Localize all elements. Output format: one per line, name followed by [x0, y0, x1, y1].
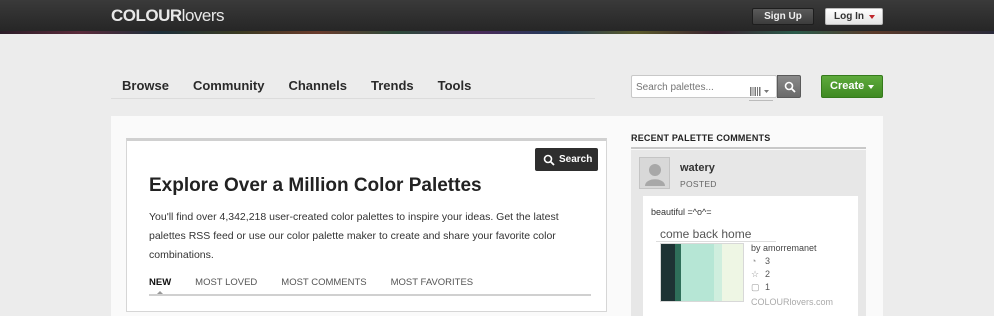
- search-input[interactable]: [636, 80, 746, 94]
- page-title: Explore Over a Million Color Palettes: [149, 175, 482, 196]
- tab-underline: [149, 294, 591, 296]
- comment-status: POSTED: [680, 179, 717, 189]
- sidebar-divider: [631, 147, 866, 149]
- hero-description: You'll find over 4,342,218 user-created …: [149, 211, 559, 261]
- comments-count: 1: [765, 282, 771, 292]
- logo[interactable]: COLOURlovers: [111, 6, 225, 26]
- nav-item-channels[interactable]: Channels: [288, 78, 347, 93]
- views-count: 3: [765, 256, 771, 266]
- main-nav: Browse Community Channels Trends Tools: [122, 78, 495, 93]
- palette-title[interactable]: come back home: [660, 227, 751, 241]
- search-icon: [784, 81, 796, 93]
- palette-swatch[interactable]: [660, 243, 744, 302]
- logo-light: lovers: [181, 6, 225, 25]
- active-tab-marker: [157, 291, 163, 294]
- swatch-color: [713, 244, 722, 301]
- create-button[interactable]: Create: [821, 75, 883, 98]
- tab-new[interactable]: NEW: [149, 277, 171, 288]
- hero-search-button[interactable]: Search: [535, 148, 598, 171]
- search-icon: [543, 154, 555, 166]
- search-underline: [749, 100, 773, 101]
- comment-username[interactable]: watery: [680, 162, 715, 174]
- nav-item-tools[interactable]: Tools: [438, 78, 472, 93]
- loves-count: 2: [765, 269, 771, 279]
- palette-footer: COLOURlovers.com: [751, 297, 834, 307]
- nav-divider: [111, 98, 595, 99]
- sidebar-title: RECENT PALETTE COMMENTS: [631, 133, 771, 143]
- caret-down-icon: [869, 15, 875, 19]
- tab-most-comments[interactable]: MOST COMMENTS: [281, 277, 366, 288]
- hero-search-label: Search: [559, 154, 593, 165]
- tab-most-loved[interactable]: MOST LOVED: [195, 277, 257, 288]
- log-in-label: Log In: [834, 11, 864, 22]
- loves-stat: ☆ 2: [751, 269, 770, 280]
- palette-title-divider: [656, 241, 776, 242]
- log-in-button[interactable]: Log In: [825, 8, 883, 25]
- nav-item-browse[interactable]: Browse: [122, 78, 169, 93]
- views-stat: ◔ 3: [751, 256, 770, 266]
- nav-item-community[interactable]: Community: [193, 78, 265, 93]
- nav-item-trends[interactable]: Trends: [371, 78, 414, 93]
- palette-tabs: NEW MOST LOVED MOST COMMENTS MOST FAVORI…: [149, 277, 497, 288]
- create-label: Create: [830, 80, 865, 92]
- comments-stat: ▢ 1: [751, 282, 770, 293]
- sign-up-button[interactable]: Sign Up: [752, 8, 814, 25]
- search-box: [631, 75, 777, 98]
- swatch-color: [721, 244, 743, 301]
- comment-icon: ▢: [751, 282, 760, 292]
- swatch-color: [661, 244, 675, 301]
- caret-down-icon: [868, 85, 874, 89]
- heart-icon: ☆: [751, 269, 760, 279]
- swatch-color: [680, 244, 714, 301]
- avatar[interactable]: [639, 157, 670, 189]
- logo-bold: COLOUR: [111, 6, 182, 25]
- eye-icon: ◔: [751, 256, 757, 266]
- palette-author[interactable]: by amorremanet: [751, 243, 817, 253]
- comment-text: beautiful =^o^=: [651, 207, 712, 217]
- tab-most-favorites[interactable]: MOST FAVORITES: [391, 277, 474, 288]
- search-button[interactable]: [777, 75, 801, 98]
- color-strip: [0, 31, 994, 34]
- barcode-filter-icon[interactable]: [750, 83, 770, 96]
